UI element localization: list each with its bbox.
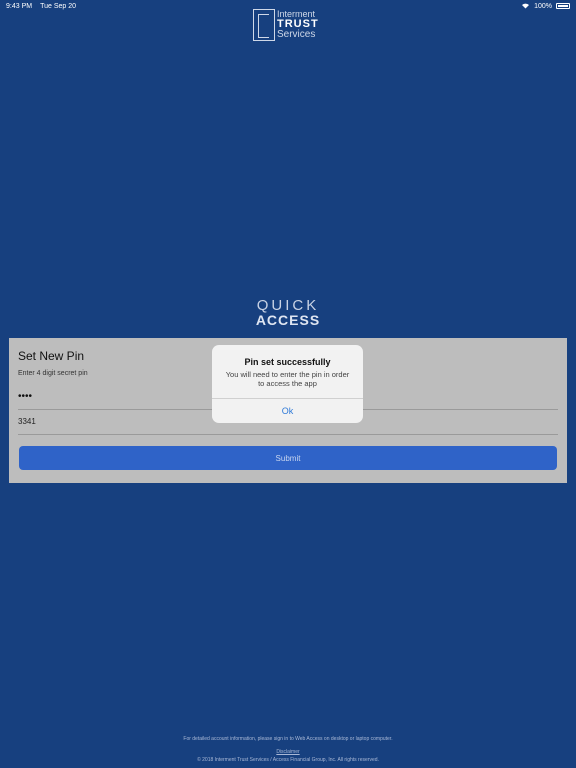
pin-hint: Enter 4 digit secret pin [18, 370, 88, 377]
battery-icon [556, 3, 570, 9]
logo-line-3: Services [277, 29, 316, 40]
footer-copyright: © 2018 Interment Trust Services / Access… [197, 757, 379, 763]
ok-button[interactable]: Ok [212, 398, 363, 423]
success-alert-dialog: Pin set successfully You will need to en… [212, 345, 363, 423]
status-date: Tue Sep 20 [40, 2, 77, 10]
battery-percent: 100% [534, 2, 552, 10]
alert-title: Pin set successfully [244, 357, 331, 367]
brand-access: ACCESS [255, 312, 321, 328]
page-title: Set New Pin [18, 349, 85, 363]
brand-quick: QUICK [256, 297, 320, 314]
disclaimer-link[interactable]: Disclaimer [0, 749, 576, 755]
wifi-icon [521, 2, 530, 11]
logo-mark-icon [253, 9, 275, 41]
company-logo: Interment TRUST Services [253, 8, 325, 42]
alert-message: You will need to enter the pin in order … [225, 370, 350, 389]
status-time: 9:43 PM [6, 2, 33, 10]
footer-info: For detailed account information, please… [183, 736, 393, 742]
submit-button[interactable]: Submit [19, 446, 557, 470]
quick-access-brand: QUICK ACCESS [0, 298, 576, 327]
